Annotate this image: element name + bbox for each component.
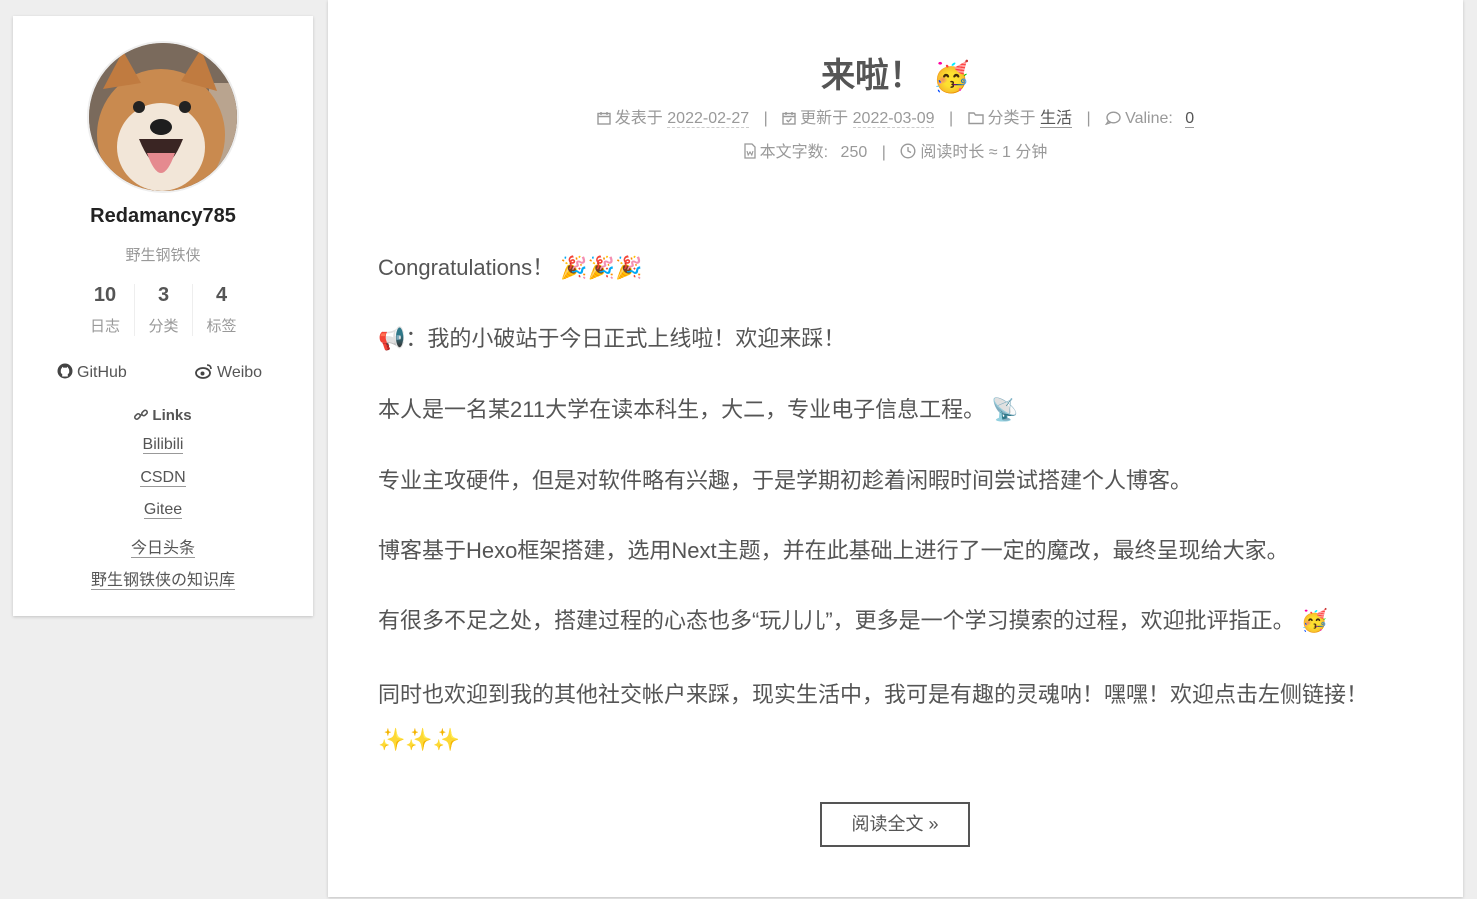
- file-word-icon: [743, 143, 756, 159]
- link-bilibili[interactable]: Bilibili: [142, 436, 184, 454]
- avatar[interactable]: [87, 41, 239, 193]
- meta-separator: |: [881, 144, 886, 161]
- folder-icon: [967, 112, 984, 125]
- list-item: CSDN: [13, 468, 313, 502]
- list-item: 野生钢铁侠の知识库: [13, 566, 313, 599]
- paragraph: Congratulations！ 🎉🎉🎉: [378, 248, 1418, 289]
- post-meta-row-1: 发表于 2022-02-27 | 更新于 2022-03-09 | 分类于 生活…: [328, 104, 1463, 128]
- satellite-dish-emoji: 📡: [991, 398, 1019, 423]
- read-more-button[interactable]: 阅读全文 »: [820, 802, 970, 847]
- sparkles-emoji: ✨✨✨: [378, 728, 461, 753]
- author-name: Redamancy785: [90, 205, 236, 227]
- party-popper-emoji: 🎉🎉🎉: [560, 256, 643, 281]
- updated-label: 更新于: [800, 110, 849, 127]
- post-container: 来啦！ 🥳 发表于 2022-02-27 | 更新于 2022-03-09 | …: [328, 0, 1463, 897]
- comments-count[interactable]: 0: [1185, 110, 1195, 128]
- category-link[interactable]: 生活: [1040, 110, 1073, 128]
- github-icon: [57, 363, 73, 379]
- site-stats: 10 日志 3 分类 4 标签: [13, 284, 313, 336]
- paragraph-text: Congratulations！: [378, 255, 555, 280]
- post-title-text: 来啦！: [821, 57, 924, 95]
- stat-label: 日志: [89, 318, 120, 335]
- stat-count: 10: [93, 284, 117, 306]
- stat-count: 4: [215, 284, 228, 306]
- paragraph-text: 专业主攻硬件，但是对软件略有兴趣，于是学期初趁着闲暇时间尝试搭建个人博客。: [378, 468, 1193, 493]
- stat-posts[interactable]: 10 日志: [76, 284, 134, 336]
- meta-separator: |: [763, 110, 768, 127]
- link-gitee[interactable]: Gitee: [143, 501, 183, 519]
- weibo-label: Weibo: [217, 364, 263, 381]
- link-csdn[interactable]: CSDN: [140, 468, 186, 487]
- link-icon: [134, 409, 149, 421]
- published-date: 2022-02-27: [667, 110, 750, 128]
- list-item: Bilibili: [13, 436, 313, 469]
- paragraph-text: 有很多不足之处，搭建过程的心态也多“玩儿儿”，更多是一个学习摸索的过程，欢迎批评…: [378, 608, 1295, 633]
- wordcount-label: 本文字数:: [759, 144, 829, 161]
- category-label: 分类于: [987, 110, 1036, 127]
- links-title-label: Links: [152, 407, 192, 424]
- megaphone-emoji: 📢: [378, 327, 406, 352]
- published-label: 发表于: [614, 110, 663, 127]
- weibo-link[interactable]: Weibo: [195, 363, 262, 382]
- github-label: GitHub: [77, 364, 127, 381]
- meta-separator: |: [948, 110, 954, 127]
- calendar-check-icon: [782, 112, 796, 125]
- list-item: 今日头条: [13, 534, 313, 567]
- stat-categories[interactable]: 3 分类: [134, 284, 192, 336]
- link-toutiao[interactable]: 今日头条: [130, 539, 195, 558]
- stat-count: 3: [157, 284, 170, 306]
- readtime: 阅读时长 ≈ 1 分钟: [920, 144, 1048, 161]
- paragraph-text: 本人是一名某211大学在读本科生，大二，专业电子信息工程。: [378, 397, 986, 422]
- paragraph: 博客基于Hexo框架搭建，选用Next主题，并在此基础上进行了一定的魔改，最终呈…: [378, 531, 1418, 571]
- calendar-icon: [597, 112, 611, 125]
- paragraph: 📢：我的小破站于今日正式上线啦！欢迎来踩！: [378, 319, 1418, 360]
- paragraph: 同时也欢迎到我的其他社交帐户来踩，现实生活中，我可是有趣的灵魂呐！嘿嘿！欢迎点击…: [378, 672, 1418, 763]
- party-face-emoji: 🥳: [1300, 609, 1329, 634]
- github-link[interactable]: GitHub: [57, 363, 127, 382]
- post-body: Congratulations！ 🎉🎉🎉 📢：我的小破站于今日正式上线啦！欢迎来…: [378, 248, 1418, 793]
- weibo-icon: [195, 364, 212, 379]
- updated-date: 2022-03-09: [852, 110, 935, 128]
- links-list: Bilibili CSDN Gitee 今日头条 野生钢铁侠の知识库: [13, 436, 313, 599]
- links-title: Links: [13, 407, 313, 424]
- link-knowledge-base[interactable]: 野生钢铁侠の知识库: [90, 572, 235, 590]
- post-meta-row-2: 本文字数: 250 | 阅读时长 ≈ 1 分钟: [328, 138, 1463, 162]
- author-description: 野生钢铁侠: [125, 247, 201, 264]
- sidebar: Redamancy785 野生钢铁侠 10 日志 3 分类 4 标签 GitHu…: [13, 16, 313, 616]
- wordcount-value: 250: [840, 144, 868, 161]
- comments-label: Valine:: [1125, 110, 1173, 127]
- list-item: Gitee: [13, 501, 313, 534]
- post-title[interactable]: 来啦！ 🥳: [328, 48, 1463, 97]
- stat-tags[interactable]: 4 标签: [192, 284, 250, 336]
- meta-separator: |: [1086, 110, 1091, 127]
- paragraph-text: 同时也欢迎到我的其他社交帐户来踩，现实生活中，我可是有趣的灵魂呐！嘿嘿！欢迎点击…: [378, 682, 1369, 707]
- paragraph: 有很多不足之处，搭建过程的心态也多“玩儿儿”，更多是一个学习摸索的过程，欢迎批评…: [378, 601, 1418, 642]
- party-face-emoji: 🥳: [932, 60, 970, 95]
- paragraph-text: ：我的小破站于今日正式上线啦！欢迎来踩！: [405, 326, 846, 351]
- comment-icon: [1104, 111, 1121, 126]
- stat-label: 标签: [206, 318, 237, 335]
- dog-avatar-image: [89, 43, 237, 191]
- stat-label: 分类: [148, 318, 179, 335]
- paragraph: 本人是一名某211大学在读本科生，大二，专业电子信息工程。 📡: [378, 390, 1418, 431]
- paragraph: 专业主攻硬件，但是对软件略有兴趣，于是学期初趁着闲暇时间尝试搭建个人博客。: [378, 461, 1418, 501]
- paragraph-text: 博客基于Hexo框架搭建，选用Next主题，并在此基础上进行了一定的魔改，最终呈…: [378, 538, 1289, 563]
- clock-icon: [900, 143, 916, 159]
